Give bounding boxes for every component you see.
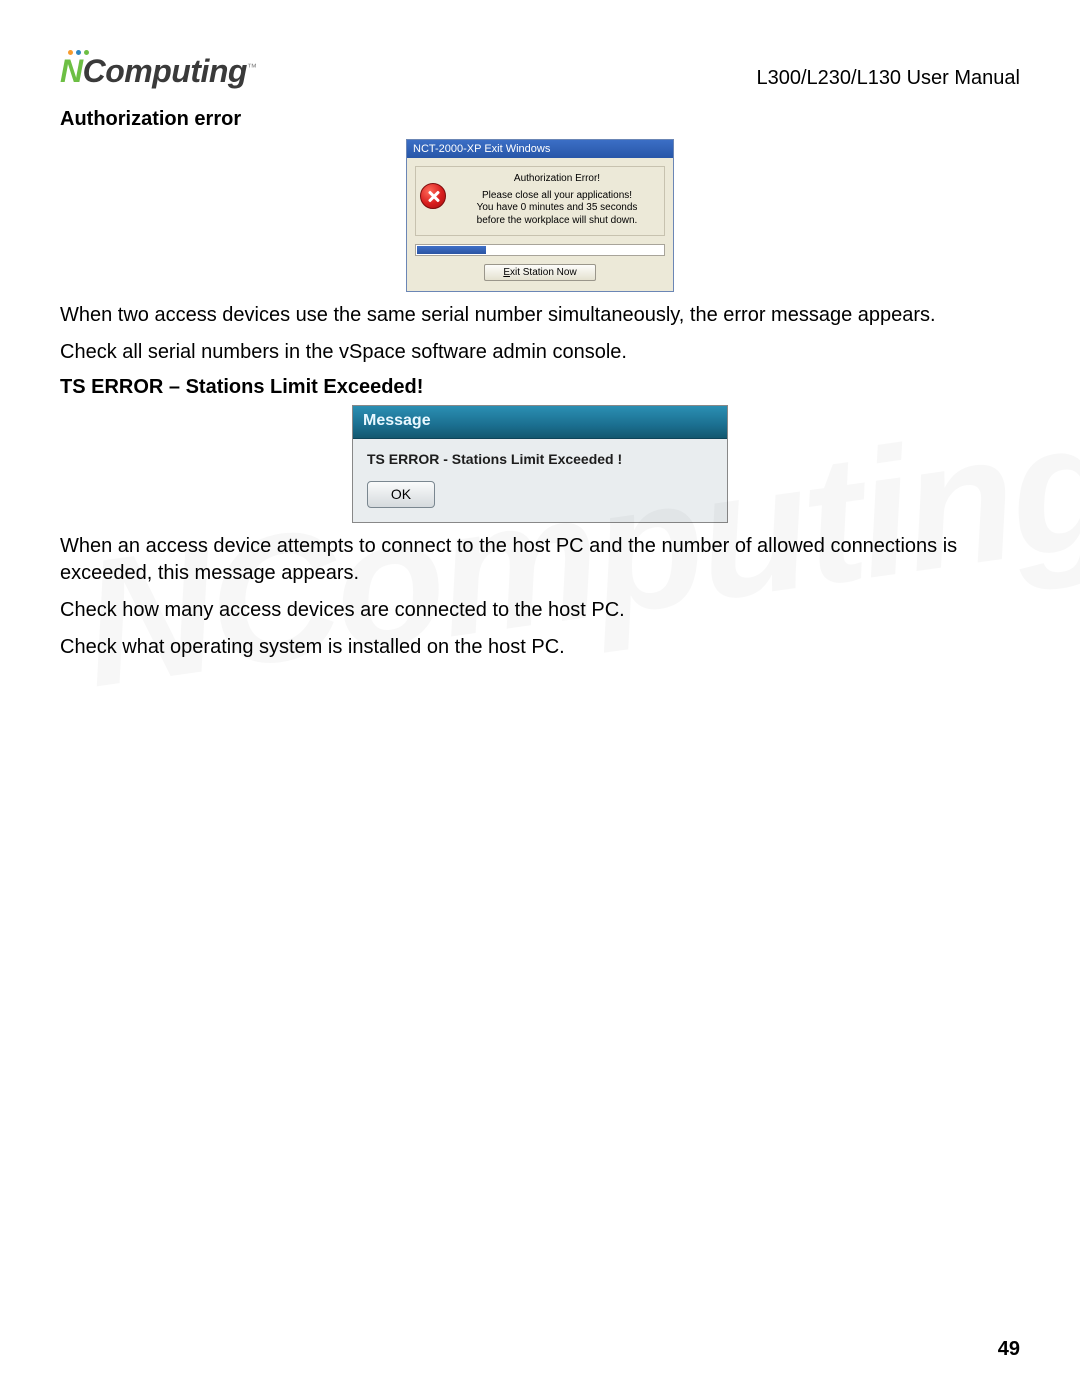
brand-tm: ™: [247, 62, 257, 73]
brand-logo: NComputing™: [60, 50, 256, 90]
station-message-title: Message: [353, 406, 727, 439]
exit-button-mnemonic: E: [503, 267, 510, 278]
xp-dialog-title: NCT-2000-XP Exit Windows: [407, 140, 673, 158]
page-container: NComputing™ L300/L230/L130 User Manual A…: [0, 0, 1080, 711]
xp-message-line3: before the workplace will shut down.: [454, 215, 660, 228]
xp-message-line2: You have 0 minutes and 35 seconds: [454, 202, 660, 215]
xp-dialog: NCT-2000-XP Exit Windows Authorization E…: [406, 139, 674, 292]
error-icon: [420, 183, 446, 209]
xp-message-panel: Authorization Error! Please close all yo…: [415, 166, 665, 236]
page-number: 49: [998, 1338, 1020, 1361]
brand-logo-text: NComputing™: [60, 53, 256, 90]
auth-error-paragraph-2: Check all serial numbers in the vSpace s…: [60, 339, 1020, 366]
section-title-ts-error: TS ERROR – Stations Limit Exceeded!: [60, 376, 1020, 399]
station-message-dialog: Message TS ERROR - Stations Limit Exceed…: [352, 405, 728, 523]
xp-message-text: Authorization Error! Please close all yo…: [454, 173, 660, 227]
exit-station-button[interactable]: Exit Station Now: [484, 264, 595, 281]
ts-error-paragraph-3: Check what operating system is installed…: [60, 634, 1020, 661]
exit-button-rest: xit Station Now: [510, 267, 577, 278]
manual-title: L300/L230/L130 User Manual: [756, 67, 1020, 90]
progress-bar: [415, 244, 665, 256]
ts-error-paragraph-2: Check how many access devices are connec…: [60, 597, 1020, 624]
auth-error-paragraph-1: When two access devices use the same ser…: [60, 302, 1020, 329]
xp-dialog-body: Authorization Error! Please close all yo…: [407, 158, 673, 291]
progress-bar-fill: [417, 246, 486, 254]
station-message-body: TS ERROR - Stations Limit Exceeded ! OK: [353, 439, 727, 522]
page-header: NComputing™ L300/L230/L130 User Manual: [60, 50, 1020, 90]
figure-auth-error: NCT-2000-XP Exit Windows Authorization E…: [60, 139, 1020, 292]
ok-button[interactable]: OK: [367, 481, 435, 508]
figure-ts-error: Message TS ERROR - Stations Limit Exceed…: [60, 405, 1020, 523]
brand-rest: Computing: [83, 53, 247, 89]
ts-error-paragraph-1: When an access device attempts to connec…: [60, 533, 1020, 587]
brand-n: N: [60, 53, 83, 89]
xp-message-heading: Authorization Error!: [454, 173, 660, 186]
station-message-text: TS ERROR - Stations Limit Exceeded !: [367, 451, 713, 467]
xp-message-line1: Please close all your applications!: [454, 190, 660, 203]
section-title-auth-error: Authorization error: [60, 108, 1020, 131]
